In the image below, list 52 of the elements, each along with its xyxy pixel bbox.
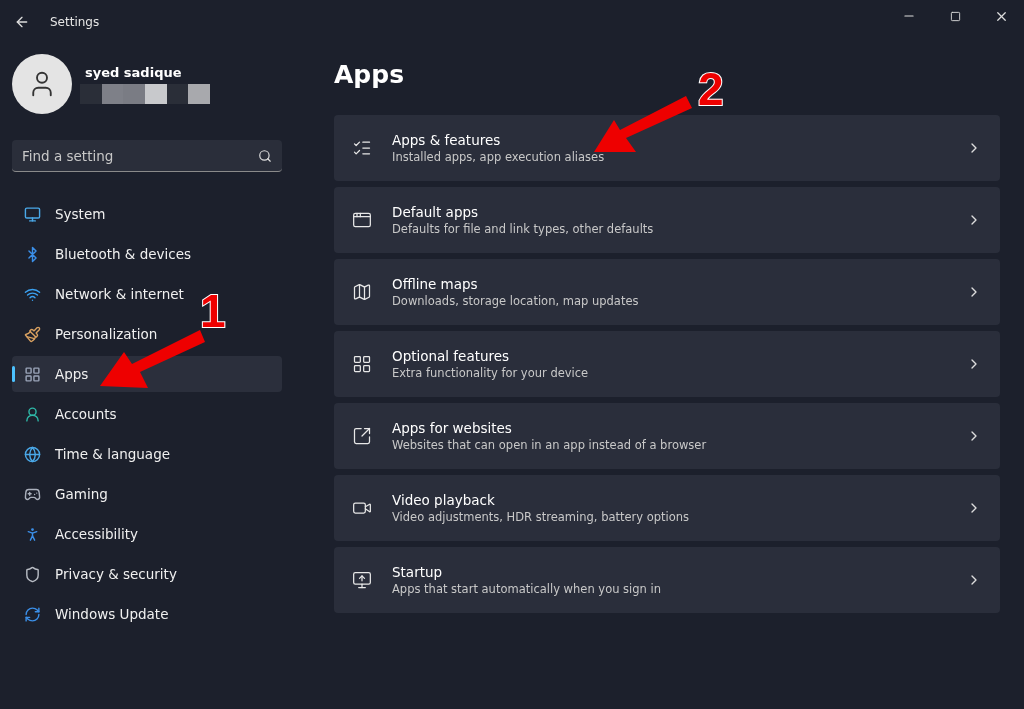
nav-item[interactable]: Privacy & security	[12, 556, 185, 592]
card-subtitle: Video adjustments, HDR streaming, battery options	[392, 510, 691, 524]
card-title: Apps & features	[392, 132, 502, 148]
card-title: Video playback	[392, 492, 496, 508]
nav-item[interactable]: System	[12, 196, 114, 232]
annotation-number: 1	[200, 288, 226, 334]
grid-icon	[352, 354, 372, 374]
nav-item[interactable]: Accessibility	[12, 516, 147, 552]
window-title: Settings	[50, 15, 100, 29]
card-title: Startup	[392, 564, 444, 580]
grid-icon	[24, 365, 41, 383]
card-subtitle: Apps that start automatically when you sign in	[392, 582, 663, 596]
settings-card[interactable]: Optional features Extra functionality for your device	[334, 331, 1000, 397]
settings-card[interactable]: Startup Apps that start automatically when you sign in	[334, 547, 1000, 613]
card-subtitle: Defaults for file and link types, other defaults	[392, 222, 655, 236]
settings-card[interactable]: Default apps Defaults for file and link types, other defaults	[334, 187, 1000, 253]
external-link-icon	[352, 426, 372, 446]
settings-card[interactable]: Video playback Video adjustments, HDR streaming, battery options	[334, 475, 1000, 541]
map-icon	[352, 282, 372, 302]
nav-item[interactable]: Personalization	[12, 316, 166, 352]
settings-card[interactable]: Offline maps Downloads, storage location, map updates	[334, 259, 1000, 325]
card-title: Default apps	[392, 204, 480, 220]
shield-icon	[24, 565, 41, 583]
nav-item[interactable]: Bluetooth & devices	[12, 236, 200, 272]
monitor-icon	[24, 205, 41, 223]
card-title: Offline maps	[392, 276, 479, 292]
annotation-number: 2	[698, 66, 724, 112]
card-title: Optional features	[392, 348, 511, 364]
avatar	[12, 54, 72, 114]
search-icon	[258, 149, 272, 163]
nav-item[interactable]: Accounts	[12, 396, 125, 432]
nav-item[interactable]: Windows Update	[12, 596, 177, 632]
window-icon	[352, 210, 372, 230]
card-subtitle: Extra functionality for your device	[392, 366, 590, 380]
card-subtitle: Downloads, storage location, map updates	[392, 294, 640, 308]
card-title: Apps for websites	[392, 420, 513, 436]
user-name: syed sadique	[85, 64, 183, 80]
card-subtitle: Websites that can open in an app instead of a browser	[392, 438, 708, 452]
nav-item[interactable]: Time & language	[12, 436, 178, 472]
settings-card[interactable]: Apps & features Installed apps, app execution aliases	[334, 115, 1000, 181]
nav-item[interactable]: Network & internet	[12, 276, 192, 312]
person-icon	[24, 405, 41, 423]
nav-item[interactable]: Gaming	[12, 476, 116, 512]
search-field[interactable]: Find a setting	[12, 140, 282, 172]
settings-card[interactable]: Apps for websites Websites that can open in an app instead of a browser	[334, 403, 1000, 469]
refresh-icon	[24, 605, 41, 623]
globe-icon	[24, 445, 41, 463]
card-subtitle: Installed apps, app execution aliases	[392, 150, 606, 164]
monitor-icon	[352, 570, 372, 590]
paintbrush-icon	[24, 325, 41, 343]
maximize-icon	[949, 10, 961, 22]
selection-indicator	[12, 366, 15, 382]
